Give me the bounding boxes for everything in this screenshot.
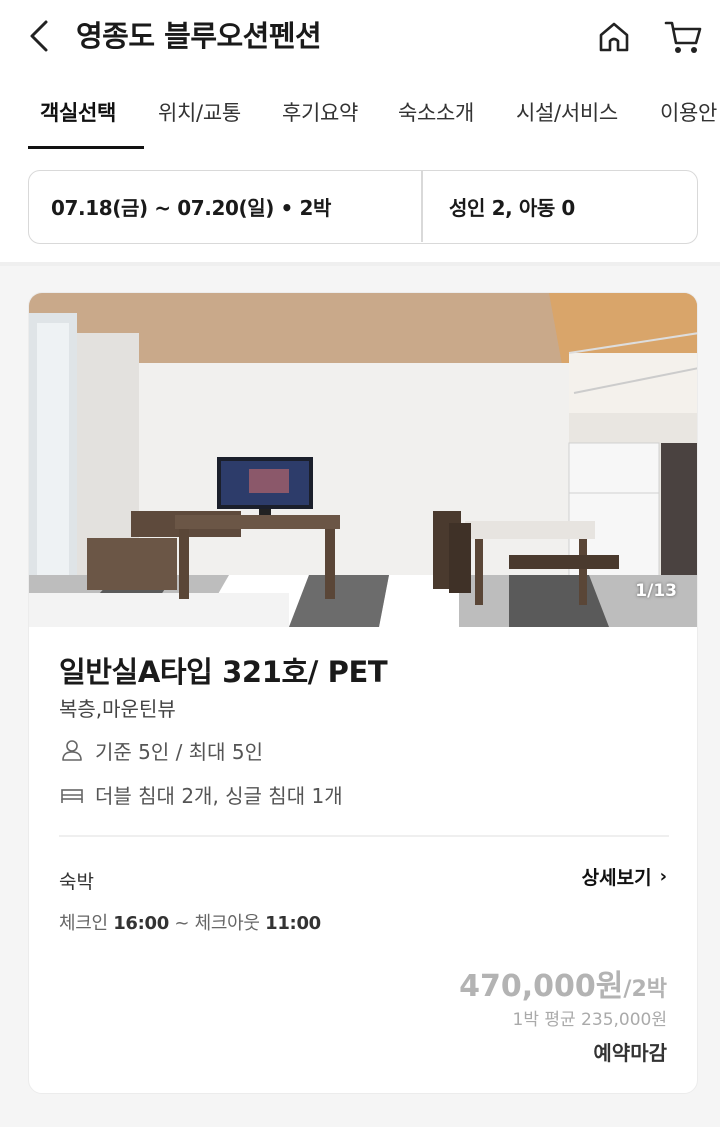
bed-icon xyxy=(59,781,85,807)
stay-type-label: 숙박 xyxy=(59,871,94,893)
view-details-label: 상세보기 xyxy=(581,867,652,889)
search-bar: 07.18(금) ~ 07.20(일) • 2박 성인 2, 아동 0 xyxy=(28,170,698,244)
date-range-field[interactable]: 07.18(금) ~ 07.20(일) • 2박 xyxy=(29,171,421,242)
total-price: 470,000원/2박 xyxy=(459,961,667,1005)
price-amount: 470,000원 xyxy=(459,969,624,1004)
bed-row: 더블 침대 2개, 싱글 침대 1개 xyxy=(59,779,343,809)
checkout-label: 체크아웃 xyxy=(194,913,260,934)
checkin-label: 체크인 xyxy=(59,913,108,934)
tab-facilities[interactable]: 시설/서비스 xyxy=(516,84,618,146)
cart-icon xyxy=(664,21,702,53)
room-photo[interactable]: 1/13 xyxy=(29,293,697,627)
checkout-time: 11:00 xyxy=(265,913,321,934)
tab-review-summary[interactable]: 후기요약 xyxy=(282,84,358,146)
photo-counter: 1/13 xyxy=(635,581,677,601)
home-button[interactable] xyxy=(592,15,636,59)
cart-button[interactable] xyxy=(662,15,712,59)
section-tabs: 객실선택 위치/교통 후기요약 숙소소개 시설/서비스 이용안 xyxy=(0,84,720,150)
room-name: 일반실A타입 321호/ PET xyxy=(59,655,388,689)
view-details-link[interactable]: 상세보기 › xyxy=(582,863,667,890)
back-button[interactable] xyxy=(22,16,56,56)
room-photo-illustration xyxy=(29,293,697,627)
tab-room-select[interactable]: 객실선택 xyxy=(40,84,116,146)
tab-location[interactable]: 위치/교통 xyxy=(158,84,241,146)
capacity-text: 기준 5인 / 최대 5인 xyxy=(95,739,264,764)
checkin-checkout-times: 체크인 16:00 ~ 체크아웃 11:00 xyxy=(59,909,321,935)
average-nightly-price: 1박 평균 235,000원 xyxy=(512,1010,667,1030)
room-description: 복층,마운틴뷰 xyxy=(59,697,176,721)
person-icon xyxy=(59,737,85,763)
page-title: 영종도 블루오션펜션 xyxy=(76,19,322,53)
booking-status: 예약마감 xyxy=(593,1041,667,1065)
guest-count-field[interactable]: 성인 2, 아동 0 xyxy=(423,171,697,242)
home-icon xyxy=(599,22,629,52)
time-separator: ~ xyxy=(174,913,195,934)
bed-text: 더블 침대 2개, 싱글 침대 1개 xyxy=(95,783,343,808)
price-nights: /2박 xyxy=(623,977,667,1002)
room-card[interactable]: 1/13 일반실A타입 321호/ PET 복층,마운틴뷰 기준 5인 / 최대… xyxy=(28,292,698,1094)
app-header: 영종도 블루오션펜션 xyxy=(0,0,720,72)
active-tab-indicator xyxy=(28,146,144,149)
chevron-left-icon xyxy=(30,20,48,52)
tab-property-intro[interactable]: 숙소소개 xyxy=(398,84,474,146)
checkin-time: 16:00 xyxy=(113,913,169,934)
capacity-row: 기준 5인 / 최대 5인 xyxy=(59,735,263,765)
tab-usage-info[interactable]: 이용안 xyxy=(660,84,717,146)
section-separator xyxy=(0,262,720,266)
chevron-right-icon: › xyxy=(659,866,667,887)
card-divider xyxy=(59,835,669,837)
